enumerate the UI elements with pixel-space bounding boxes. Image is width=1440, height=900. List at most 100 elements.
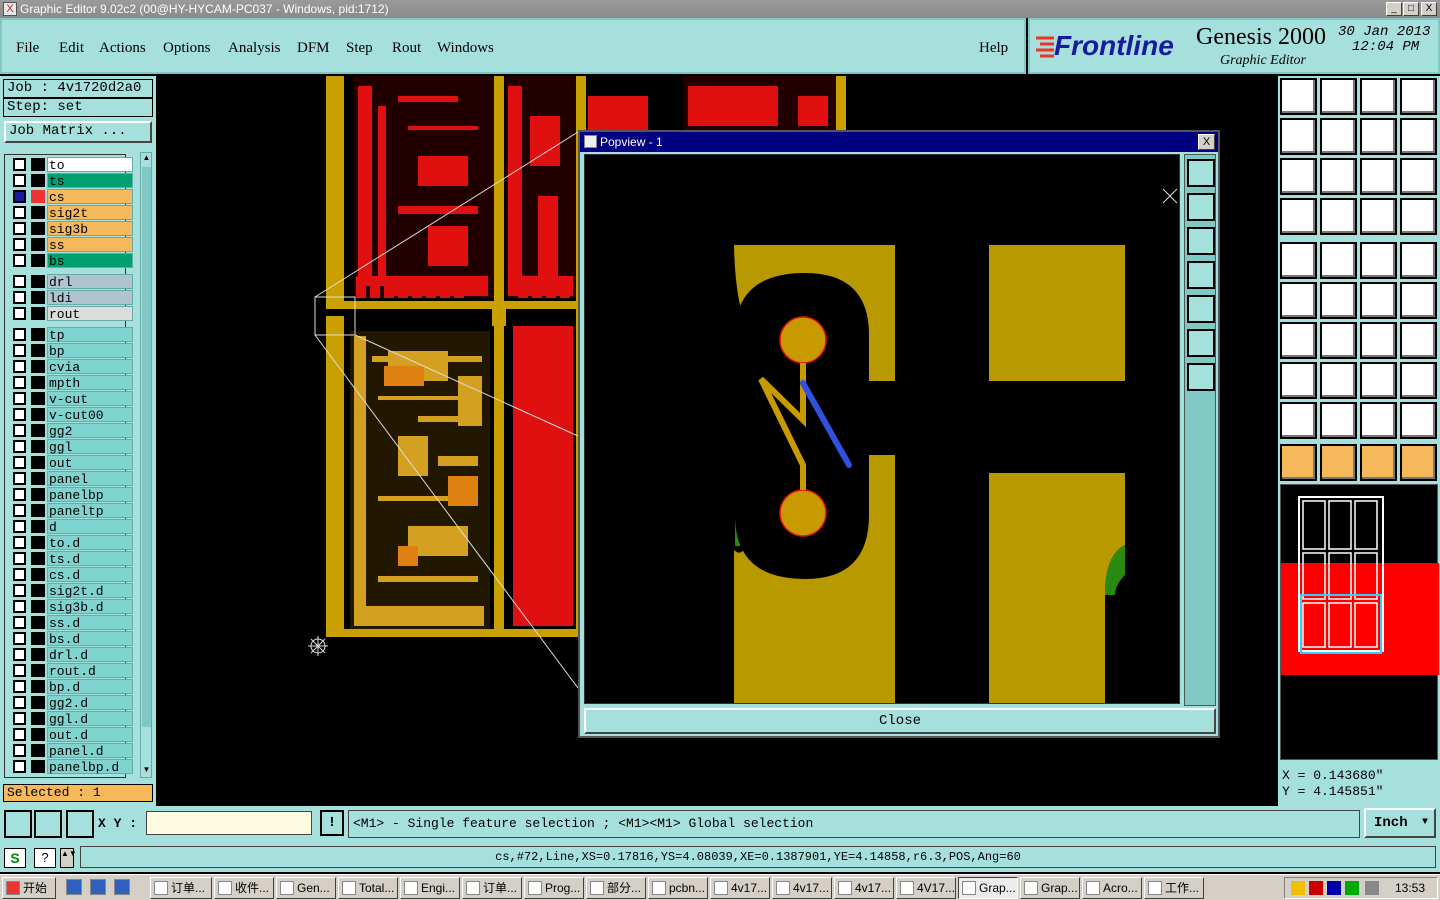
via-icon[interactable]	[1400, 362, 1437, 399]
taskbar-item[interactable]: Gen...	[276, 877, 336, 899]
layer-checkbox[interactable]	[13, 408, 26, 421]
menu-windows[interactable]: Windows	[437, 40, 494, 57]
menu-rout[interactable]: Rout	[392, 40, 421, 57]
layer-checkbox[interactable]	[13, 568, 26, 581]
close-window-button[interactable]: X	[1421, 2, 1437, 16]
layer-row[interactable]: ggl	[11, 439, 133, 455]
layer-row[interactable]: panelbp.d	[11, 759, 133, 775]
arc-icon[interactable]	[1360, 322, 1397, 359]
layer-affect-box[interactable]	[31, 712, 45, 725]
layer-row[interactable]: panel	[11, 471, 133, 487]
taskbar-item[interactable]: Prog...	[524, 877, 584, 899]
layer-affect-box[interactable]	[31, 488, 45, 501]
layer-checkbox[interactable]	[13, 632, 26, 645]
layer-affect-box[interactable]	[31, 254, 45, 267]
ie-icon[interactable]	[66, 879, 82, 895]
xy-input[interactable]	[146, 811, 312, 835]
layer-checkbox[interactable]	[13, 536, 26, 549]
layer-affect-box[interactable]	[31, 238, 45, 251]
layer-checkbox[interactable]	[13, 504, 26, 517]
menu-step[interactable]: Step	[346, 40, 373, 57]
layer-row[interactable]: d	[11, 519, 133, 535]
popview-fit-icon[interactable]	[1187, 329, 1215, 357]
taskbar-item[interactable]: Grap...	[1020, 877, 1080, 899]
popview-close-x[interactable]: X	[1198, 134, 1215, 150]
pointer-icon[interactable]	[1280, 444, 1317, 481]
layer-checkbox[interactable]	[13, 696, 26, 709]
menu-actions[interactable]: Actions	[99, 40, 146, 57]
select-box-icon[interactable]	[1400, 242, 1437, 279]
layer-affect-box[interactable]	[31, 424, 45, 437]
layer-affect-box[interactable]	[31, 648, 45, 661]
popview-pan-right-icon[interactable]	[1187, 295, 1215, 323]
taskbar-item[interactable]: pcbn...	[648, 877, 708, 899]
layer-row[interactable]: bs.d	[11, 631, 133, 647]
layer-row[interactable]: cvia	[11, 359, 133, 375]
menu-edit[interactable]: Edit	[59, 40, 84, 57]
layer-affect-box[interactable]	[31, 680, 45, 693]
tray-icon-5[interactable]	[1365, 881, 1379, 895]
layer-row[interactable]: bp	[11, 343, 133, 359]
layer-checkbox[interactable]	[13, 254, 26, 267]
popview-zoom-in-icon[interactable]	[1187, 159, 1215, 187]
rotate-icon[interactable]	[1360, 118, 1397, 155]
layer-affect-box[interactable]	[31, 696, 45, 709]
menu-help[interactable]: Help	[979, 40, 1008, 57]
layer-affect-box[interactable]	[31, 504, 45, 517]
settings-icon[interactable]	[1280, 198, 1317, 235]
menu-file[interactable]: File	[16, 40, 39, 57]
layer-row[interactable]: panel.d	[11, 743, 133, 759]
layer-checkbox[interactable]	[13, 392, 26, 405]
open-icon[interactable]	[1280, 78, 1317, 115]
cut-icon[interactable]	[1320, 362, 1357, 399]
select-tri3-icon[interactable]	[1400, 402, 1437, 439]
export-icon[interactable]	[1320, 118, 1357, 155]
select-tri2-icon[interactable]	[1360, 402, 1397, 439]
layer-affect-box[interactable]	[31, 392, 45, 405]
fit-icon[interactable]	[1280, 158, 1317, 195]
layer-row[interactable]: ggl.d	[11, 711, 133, 727]
layer-scrollbar[interactable]: ▲ ▼	[140, 152, 152, 778]
layer-checkbox[interactable]	[13, 472, 26, 485]
popview-pan-down-icon[interactable]	[1187, 227, 1215, 255]
layer-row[interactable]: panelbp	[11, 487, 133, 503]
tray-icon-3[interactable]	[1327, 881, 1341, 895]
layer-row[interactable]: ts	[11, 173, 133, 189]
layer-affect-box[interactable]	[31, 616, 45, 629]
layer-checkbox[interactable]	[13, 424, 26, 437]
edit-shape-icon[interactable]	[1320, 242, 1357, 279]
window-icon[interactable]	[1400, 78, 1437, 115]
layer-checkbox[interactable]	[13, 552, 26, 565]
layer-checkbox[interactable]	[13, 760, 26, 773]
layer-row[interactable]: sig3b.d	[11, 599, 133, 615]
layer-checkbox[interactable]	[13, 206, 26, 219]
popview-pan-left-icon[interactable]	[1187, 261, 1215, 289]
layer-checkbox[interactable]	[13, 744, 26, 757]
layer-affect-box[interactable]	[31, 174, 45, 187]
taskbar-item[interactable]: 4V17...	[896, 877, 956, 899]
popview-close-button[interactable]: Close	[584, 708, 1216, 734]
desktop-icon[interactable]	[114, 879, 130, 895]
layer-row[interactable]: v-cut00	[11, 407, 133, 423]
layer-row[interactable]: to	[11, 157, 133, 173]
step-icon[interactable]	[1400, 118, 1437, 155]
layer-affect-box[interactable]	[31, 328, 45, 341]
layer-affect-box[interactable]	[31, 344, 45, 357]
script-icon[interactable]: S	[4, 848, 26, 868]
home-icon[interactable]	[1360, 78, 1397, 115]
tray-icon-1[interactable]	[1291, 881, 1305, 895]
layer-checkbox[interactable]	[13, 712, 26, 725]
taskbar-item[interactable]: Engi...	[400, 877, 460, 899]
layer-affect-box[interactable]	[31, 728, 45, 741]
taskbar-item[interactable]: Total...	[338, 877, 398, 899]
popview-pan-up-icon[interactable]	[1187, 193, 1215, 221]
start-button[interactable]: 开始	[2, 877, 56, 899]
layer-affect-box[interactable]	[31, 456, 45, 469]
layer-checkbox[interactable]	[13, 190, 26, 203]
layer-checkbox[interactable]	[13, 728, 26, 741]
layer-color-icon[interactable]	[1360, 198, 1397, 235]
minimize-button[interactable]: _	[1386, 2, 1402, 16]
layer-checkbox[interactable]	[13, 158, 26, 171]
layer-checkbox[interactable]	[13, 275, 26, 288]
layer-affect-box[interactable]	[31, 760, 45, 773]
